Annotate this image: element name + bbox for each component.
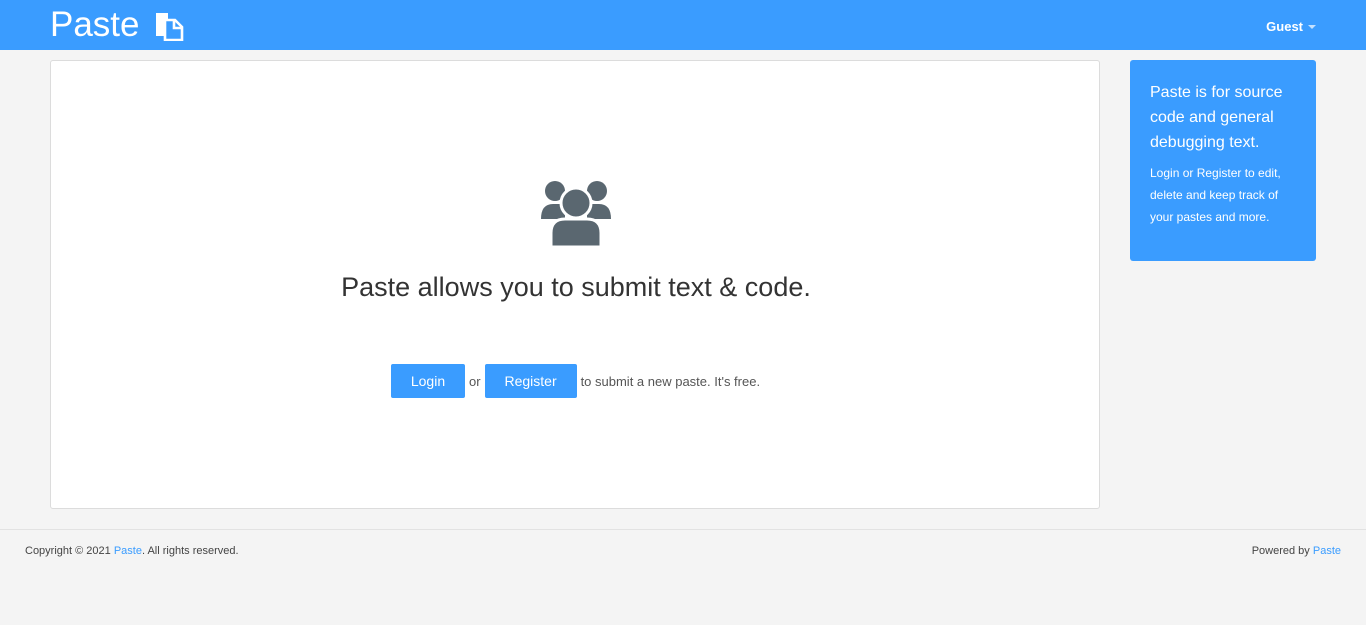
footer-paste-link[interactable]: Paste <box>114 545 142 557</box>
info-box-text: Login or Register to edit, delete and ke… <box>1150 166 1281 224</box>
footer-copyright: Copyright © 2021 Paste. All rights reser… <box>25 545 239 557</box>
cta-tail-text: to submit a new paste. It's free. <box>580 373 761 389</box>
register-button[interactable]: Register <box>484 364 577 398</box>
copyright-prefix: Copyright © 2021 <box>25 545 111 557</box>
powered-prefix: Powered by <box>1251 545 1310 557</box>
cta-or-text: or <box>469 373 481 389</box>
footer-powered-by: Powered by Paste <box>1252 545 1341 557</box>
main-panel: Paste allows you to submit text & code. … <box>50 60 1100 509</box>
cta-row: Login or Register to submit a new paste.… <box>391 364 760 398</box>
user-menu-dropdown[interactable]: Guest <box>1266 16 1316 36</box>
brand-link[interactable]: Paste <box>50 4 184 46</box>
user-menu-label: Guest <box>1266 18 1303 34</box>
copy-document-icon <box>154 11 184 41</box>
top-navbar: Paste Guest <box>0 0 1366 50</box>
brand-title: Paste <box>50 5 140 44</box>
chevron-down-icon <box>1308 25 1316 29</box>
info-box: Paste is for source code and general deb… <box>1130 60 1316 261</box>
powered-by-link[interactable]: Paste <box>1313 545 1341 557</box>
users-group-icon <box>539 179 613 249</box>
copyright-suffix: . All rights reserved. <box>141 545 239 557</box>
login-button[interactable]: Login <box>391 364 465 398</box>
hero-headline: Paste allows you to submit text & code. <box>341 272 811 302</box>
footer-divider <box>0 529 1366 530</box>
info-box-title: Paste is for source code and general deb… <box>1150 84 1283 151</box>
